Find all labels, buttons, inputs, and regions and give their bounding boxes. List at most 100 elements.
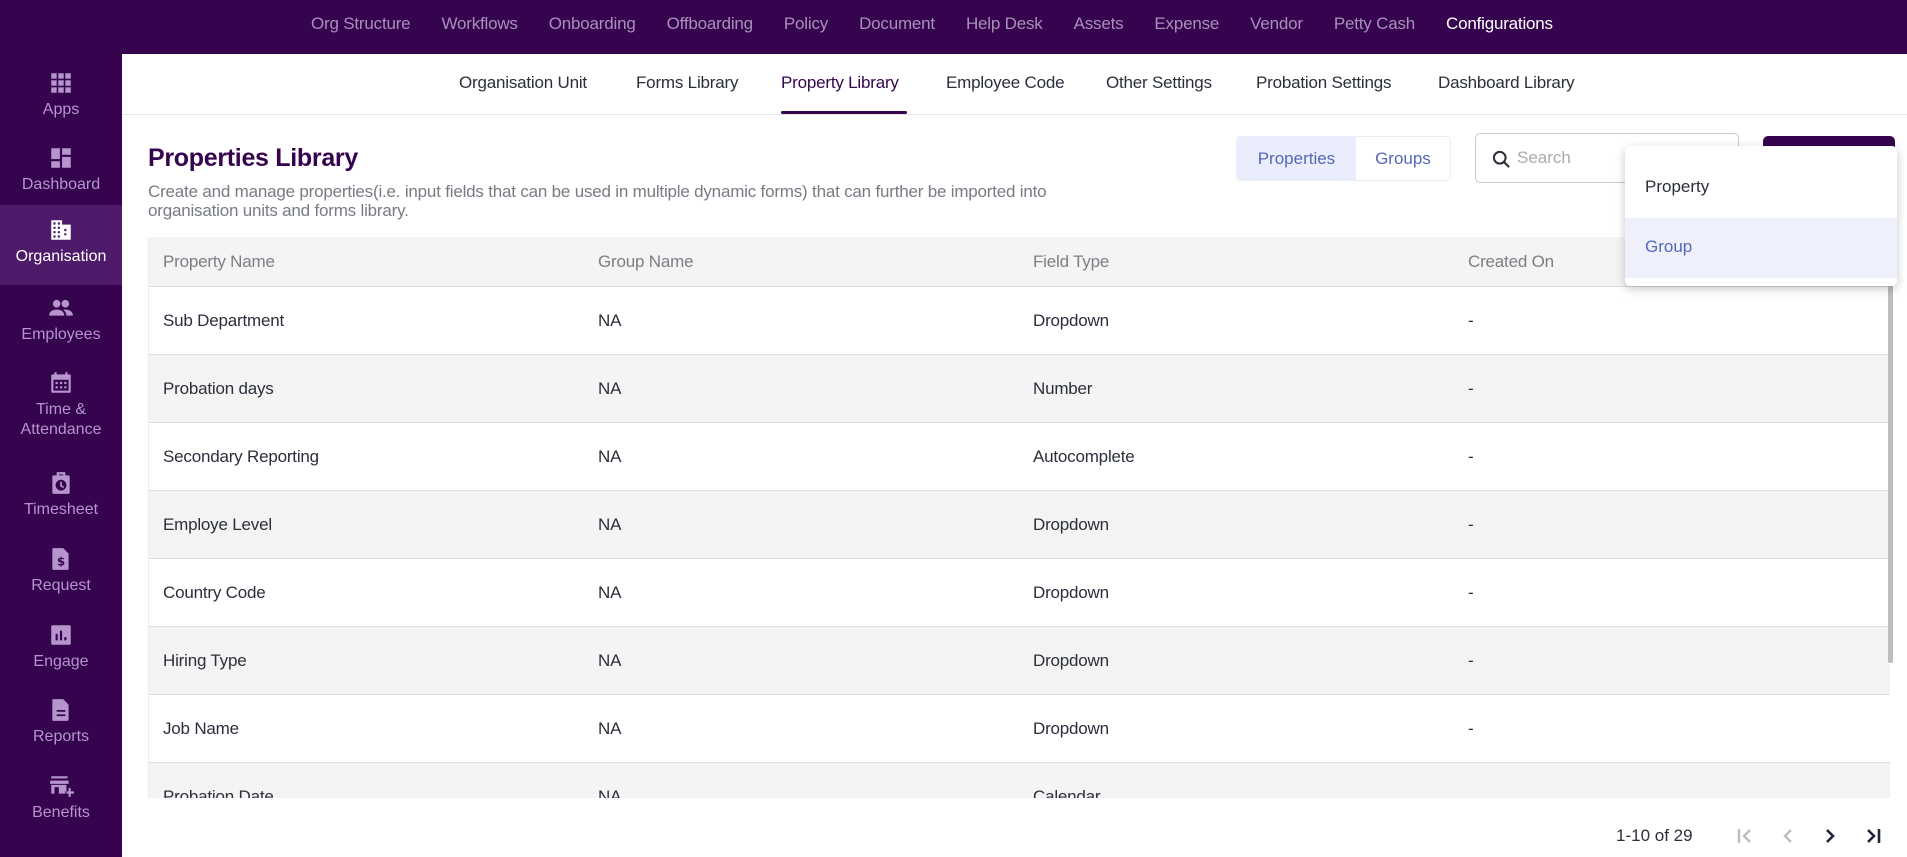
table-row[interactable]: Probation Date NA Calendar xyxy=(149,763,1890,798)
sidebar-item-engage[interactable]: Engage xyxy=(0,612,122,687)
cell-field-type: Dropdown xyxy=(1033,515,1109,534)
cell-group-name: NA xyxy=(598,515,622,534)
sidebar-item-label-line2: Attendance xyxy=(20,421,102,438)
table-row[interactable]: Hiring Type NA Dropdown - xyxy=(149,627,1890,695)
sidebar-item-label: Engage xyxy=(33,653,89,670)
column-header-created-on[interactable]: Created On xyxy=(1468,252,1554,272)
sidebar-item-time-attendance[interactable]: Time & Attendance xyxy=(0,360,122,456)
cell-created-on: - xyxy=(1468,651,1474,670)
cell-field-type: Dropdown xyxy=(1033,719,1109,738)
topnav-document[interactable]: Document xyxy=(859,14,935,34)
topnav-assets[interactable]: Assets xyxy=(1074,14,1124,34)
topnav-policy[interactable]: Policy xyxy=(784,14,828,34)
topnav-offboarding[interactable]: Offboarding xyxy=(667,14,754,34)
sidebar-item-label: Time & xyxy=(35,401,87,418)
cell-created-on: - xyxy=(1468,379,1474,398)
sidebar-item-reports[interactable]: Reports xyxy=(0,687,122,762)
tab-organisation-unit[interactable]: Organisation Unit xyxy=(459,73,587,93)
cell-field-type: Dropdown xyxy=(1033,311,1109,330)
table-row[interactable]: Job Name NA Dropdown - xyxy=(149,695,1890,763)
page-title: Properties Library xyxy=(148,144,358,172)
first-page-button[interactable] xyxy=(1733,824,1757,848)
cell-property-name: Job Name xyxy=(163,719,239,738)
search-icon xyxy=(1492,150,1510,168)
cell-property-name: Secondary Reporting xyxy=(163,447,319,466)
timesheet-clock-icon xyxy=(48,470,74,496)
sidebar-item-label: Employees xyxy=(21,326,101,343)
sidebar-item-apps[interactable]: Apps xyxy=(0,60,122,135)
bar-chart-icon xyxy=(48,622,74,648)
tab-dashboard-library[interactable]: Dashboard Library xyxy=(1438,73,1575,93)
tab-employee-code[interactable]: Employee Code xyxy=(946,73,1065,93)
topnav-vendor[interactable]: Vendor xyxy=(1250,14,1303,34)
tab-other-settings[interactable]: Other Settings xyxy=(1106,73,1212,93)
cell-field-type: Dropdown xyxy=(1033,583,1109,602)
cell-created-on: - xyxy=(1468,583,1474,602)
groups-toggle-button[interactable]: Groups xyxy=(1355,137,1450,180)
topnav-org-structure[interactable]: Org Structure xyxy=(311,14,411,34)
menu-item-group[interactable]: Group xyxy=(1625,218,1897,278)
cell-field-type: Dropdown xyxy=(1033,651,1109,670)
cell-created-on: - xyxy=(1468,447,1474,466)
last-page-icon xyxy=(1867,829,1881,843)
cell-created-on: - xyxy=(1468,311,1474,330)
tab-forms-library[interactable]: Forms Library xyxy=(636,73,738,93)
column-header-property-name[interactable]: Property Name xyxy=(163,252,275,272)
sidebar-item-employees[interactable]: Employees xyxy=(0,285,122,360)
topnav-configurations[interactable]: Configurations xyxy=(1446,14,1553,34)
properties-groups-toggle: Properties Groups xyxy=(1236,136,1451,181)
cell-property-name: Sub Department xyxy=(163,311,284,330)
topnav-expense[interactable]: Expense xyxy=(1154,14,1219,34)
column-header-field-type[interactable]: Field Type xyxy=(1033,252,1109,272)
cell-group-name: NA xyxy=(598,447,622,466)
properties-table: Property Name Group Name Field Type Crea… xyxy=(148,237,1890,798)
sidebar: Apps Dashboard Organisation Employees Ti… xyxy=(0,54,122,857)
topnav-onboarding[interactable]: Onboarding xyxy=(549,14,636,34)
dashboard-icon xyxy=(48,145,74,171)
table-scrollbar[interactable] xyxy=(1888,285,1893,663)
cell-property-name: Country Code xyxy=(163,583,266,602)
sidebar-item-label: Apps xyxy=(42,101,80,118)
tab-property-library[interactable]: Property Library xyxy=(781,73,899,93)
previous-page-button[interactable] xyxy=(1776,824,1800,848)
first-page-icon xyxy=(1737,829,1751,843)
table-row[interactable]: Sub Department NA Dropdown - xyxy=(149,287,1890,355)
people-icon xyxy=(48,295,74,321)
svg-text:$: $ xyxy=(57,555,65,569)
cell-property-name: Employe Level xyxy=(163,515,272,534)
topnav-help-desk[interactable]: Help Desk xyxy=(966,14,1043,34)
properties-toggle-button[interactable]: Properties xyxy=(1237,137,1356,180)
last-page-button[interactable] xyxy=(1861,824,1885,848)
table-row[interactable]: Probation days NA Number - xyxy=(149,355,1890,423)
sidebar-item-request[interactable]: $ Request xyxy=(0,536,122,611)
building-icon xyxy=(48,217,74,243)
cell-created-on: - xyxy=(1468,515,1474,534)
sidebar-item-organisation[interactable]: Organisation xyxy=(0,205,122,285)
cell-field-type: Autocomplete xyxy=(1033,447,1135,466)
report-document-icon xyxy=(48,697,74,723)
column-header-group-name[interactable]: Group Name xyxy=(598,252,694,272)
cell-field-type: Number xyxy=(1033,379,1093,398)
sidebar-item-dashboard[interactable]: Dashboard xyxy=(0,135,122,210)
cell-property-name: Hiring Type xyxy=(163,651,247,670)
cell-property-name: Probation Date xyxy=(163,787,274,798)
sidebar-item-label: Benefits xyxy=(32,804,90,821)
sidebar-item-benefits[interactable]: Benefits xyxy=(0,763,122,838)
next-page-button[interactable] xyxy=(1818,824,1842,848)
cell-group-name: NA xyxy=(598,787,622,798)
cell-field-type: Calendar xyxy=(1033,787,1101,798)
sidebar-item-timesheet[interactable]: Timesheet xyxy=(0,460,122,535)
add-dropdown-menu: Property Group xyxy=(1625,146,1897,286)
topnav-workflows[interactable]: Workflows xyxy=(441,14,517,34)
cell-property-name: Probation days xyxy=(163,379,274,398)
sidebar-item-label: Request xyxy=(31,577,91,594)
sidebar-item-label: Reports xyxy=(32,728,90,745)
topnav-petty-cash[interactable]: Petty Cash xyxy=(1334,14,1415,34)
tab-probation-settings[interactable]: Probation Settings xyxy=(1256,73,1392,93)
chevron-left-icon xyxy=(1783,829,1792,843)
table-row[interactable]: Employe Level NA Dropdown - xyxy=(149,491,1890,559)
table-row[interactable]: Country Code NA Dropdown - xyxy=(149,559,1890,627)
table-row[interactable]: Secondary Reporting NA Autocomplete - xyxy=(149,423,1890,491)
menu-item-property[interactable]: Property xyxy=(1625,146,1897,218)
active-tab-indicator xyxy=(781,111,907,114)
